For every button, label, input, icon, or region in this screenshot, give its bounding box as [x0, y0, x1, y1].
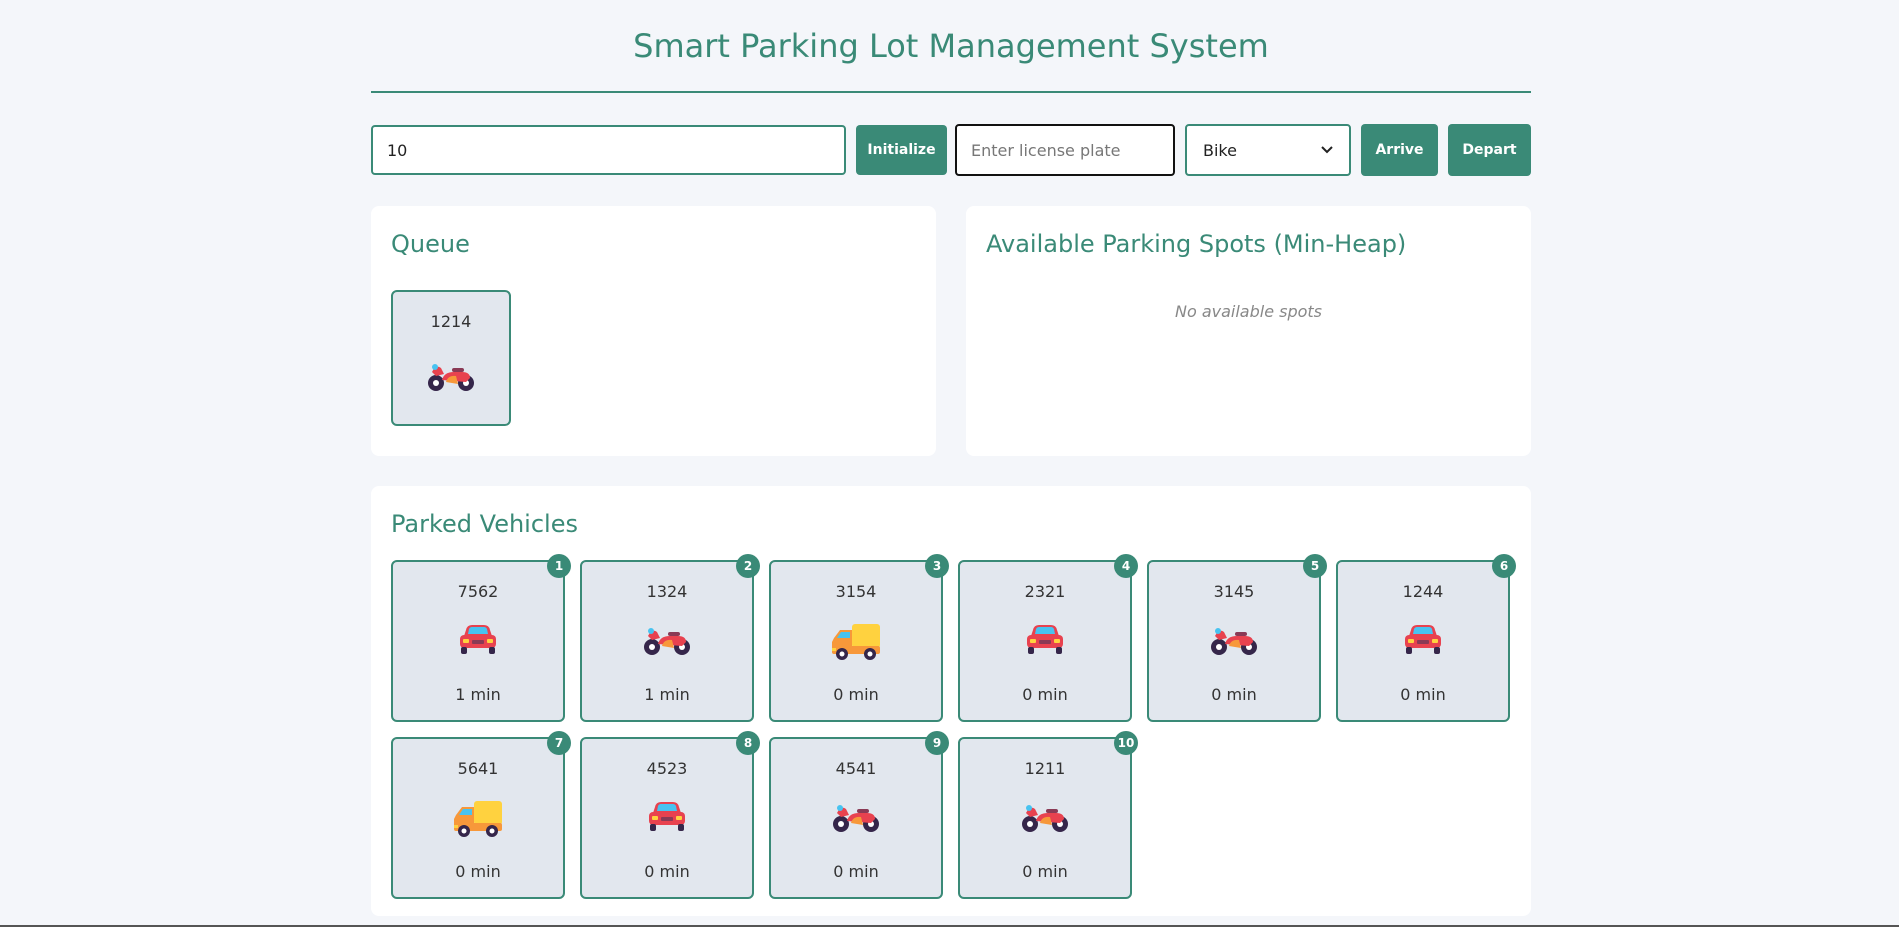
parked-duration: 0 min: [833, 862, 879, 881]
depart-button[interactable]: Depart: [1448, 124, 1531, 176]
title-divider: [371, 91, 1531, 93]
vehicle-plate: 4523: [646, 759, 688, 778]
car-icon: [1403, 622, 1443, 660]
chevron-down-icon: [1321, 146, 1333, 154]
available-spots-panel: Available Parking Spots (Min-Heap) No av…: [966, 206, 1531, 456]
truck-icon: [830, 622, 882, 666]
vehicle-plate: 3145: [1213, 582, 1255, 601]
parked-duration: 0 min: [833, 685, 879, 704]
queue-card: 1214: [391, 290, 511, 426]
parked-duration: 0 min: [1400, 685, 1446, 704]
parked-duration: 0 min: [1211, 685, 1257, 704]
spot-number-badge: 10: [1114, 731, 1138, 755]
truck-icon: [452, 799, 504, 843]
spot-number-badge: 2: [736, 554, 760, 578]
license-plate-input[interactable]: [955, 124, 1175, 176]
vehicle-plate: 1214: [430, 312, 472, 331]
vehicle-plate: 4541: [835, 759, 877, 778]
parking-spot-card: 4 2321 0 min: [958, 554, 1138, 722]
arrive-button[interactable]: Arrive: [1361, 124, 1438, 176]
vehicle-type-selected: Bike: [1203, 140, 1237, 160]
spot-number-badge: 4: [1114, 554, 1138, 578]
parking-spot-card: 2 1324 1 min: [580, 554, 760, 722]
queue-title: Queue: [391, 230, 470, 258]
page-title: Smart Parking Lot Management System: [633, 27, 1269, 65]
parking-spot-card: 9 4541 0 min: [769, 731, 949, 899]
vehicle-plate: 1244: [1402, 582, 1444, 601]
bike-icon: [1209, 622, 1259, 660]
parking-spot-card: 5 3145 0 min: [1147, 554, 1327, 722]
parked-duration: 1 min: [455, 685, 501, 704]
parked-vehicles-panel: Parked Vehicles 1 7562 1 min 2 1324 1 min 3 315…: [371, 486, 1531, 916]
spot-number-badge: 8: [736, 731, 760, 755]
bike-icon: [1020, 799, 1070, 837]
spot-number-badge: 3: [925, 554, 949, 578]
controls-bar: Initialize Bike Arrive Depart: [371, 124, 1531, 176]
vehicle-plate: 5641: [457, 759, 499, 778]
parked-duration: 0 min: [1022, 685, 1068, 704]
vehicle-plate: 1211: [1024, 759, 1066, 778]
car-icon: [458, 622, 498, 660]
car-icon: [647, 799, 687, 837]
vehicle-plate: 1324: [646, 582, 688, 601]
parked-duration: 0 min: [1022, 862, 1068, 881]
vehicle-plate: 3154: [835, 582, 877, 601]
initialize-button[interactable]: Initialize: [856, 125, 947, 175]
parked-vehicles-title: Parked Vehicles: [391, 510, 578, 538]
parked-duration: 1 min: [644, 685, 690, 704]
parking-spot-card: 3 3154 0 min: [769, 554, 949, 722]
car-icon: [1025, 622, 1065, 660]
app-container: Smart Parking Lot Management System Init…: [371, 0, 1531, 916]
spot-number-badge: 5: [1303, 554, 1327, 578]
spot-number-badge: 1: [547, 554, 571, 578]
spot-number-badge: 6: [1492, 554, 1516, 578]
empty-spots-message: No available spots: [1174, 302, 1323, 321]
vehicle-plate: 2321: [1024, 582, 1066, 601]
parking-spot-card: 10 1211 0 min: [958, 731, 1138, 899]
parking-spot-card: 6 1244 0 min: [1336, 554, 1516, 722]
capacity-input[interactable]: [371, 125, 846, 175]
queue-panel: Queue 1214: [371, 206, 936, 456]
bike-icon: [831, 799, 881, 837]
vehicle-type-select[interactable]: Bike: [1185, 124, 1351, 176]
bike-icon: [426, 358, 476, 396]
available-spots-title: Available Parking Spots (Min-Heap): [986, 230, 1407, 258]
spot-number-badge: 7: [547, 731, 571, 755]
parked-duration: 0 min: [644, 862, 690, 881]
parked-duration: 0 min: [455, 862, 501, 881]
parking-spot-card: 1 7562 1 min: [391, 554, 571, 722]
bike-icon: [642, 622, 692, 660]
vehicle-plate: 7562: [457, 582, 499, 601]
parking-spot-card: 7 5641 0 min: [391, 731, 571, 899]
spot-number-badge: 9: [925, 731, 949, 755]
parking-spot-card: 8 4523 0 min: [580, 731, 760, 899]
